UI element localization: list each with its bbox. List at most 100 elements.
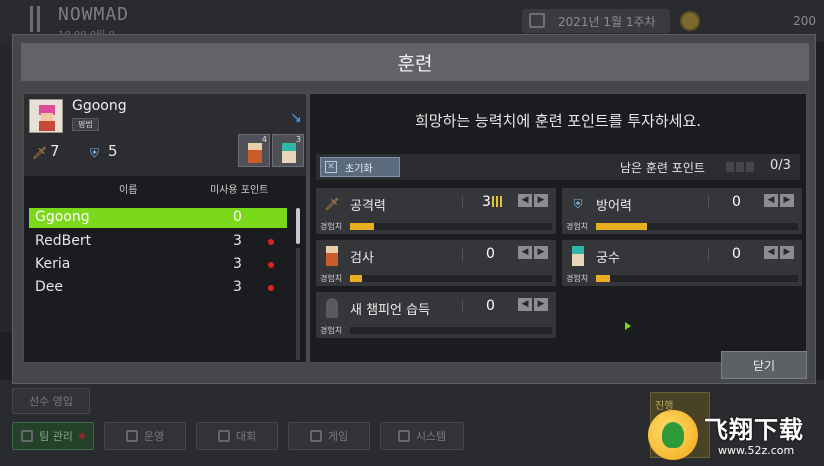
date-text: 2021년 1월 1주차 [558, 15, 656, 29]
player-list: Ggoong 0 RedBert 3 Keria 3 Dee 3 [29, 204, 293, 360]
team-label: 팀 관리 [39, 430, 73, 443]
row-name: RedBert [35, 233, 92, 249]
team-alert-dot [78, 433, 85, 439]
scout-button[interactable]: 선수 영입 [12, 388, 90, 414]
modal-title: 훈련 [21, 43, 809, 81]
stat-label: 새 챔피언 습득 [350, 303, 431, 318]
stat-card-swordsman: 검사 0 ◀ ▶ 경험치 [316, 240, 556, 286]
game-title: NOWMAD [58, 4, 130, 25]
operation-label: 운영 [143, 430, 165, 443]
training-panel: 희망하는 능력치에 훈련 포인트를 투자하세요. ✕ 초기화 남은 훈련 포인트… [309, 93, 807, 363]
stat-value: 0 [732, 194, 741, 210]
game-label: 게임 [327, 430, 349, 443]
list-scrollbar[interactable] [296, 208, 300, 244]
locked-champion-icon [320, 296, 344, 320]
xp-label: 경험치 [566, 274, 589, 283]
scout-label: 선수 영입 [29, 395, 73, 408]
system-label: 시스템 [415, 430, 447, 443]
calendar-icon [529, 13, 545, 28]
defense-value: 5 [108, 142, 118, 160]
knight-champion-icon: 4 [238, 134, 270, 167]
player-profile: Ggoong 평범 ↘ 🗡 7 ⛨ 5 4 3 [24, 94, 306, 176]
swordsman-icon [320, 244, 344, 268]
system-button[interactable]: 시스템 [380, 422, 464, 450]
decrease-button[interactable]: ◀ [518, 194, 532, 207]
player-name: Ggoong [72, 98, 127, 114]
close-button[interactable]: 닫기 [721, 351, 807, 379]
row-name: Ggoong [35, 209, 90, 225]
tournament-label: 대회 [235, 430, 257, 443]
row-name: Dee [35, 279, 64, 295]
player-trait-badge: 평범 [72, 118, 99, 131]
stat-value: 0 [486, 246, 495, 262]
row-name: Keria [35, 256, 71, 272]
xp-label: 경험치 [320, 326, 343, 335]
increase-button[interactable]: ▶ [534, 194, 548, 207]
decrease-button[interactable]: ◀ [764, 194, 778, 207]
gamepad-icon [309, 430, 322, 442]
archer-icon [566, 244, 590, 268]
increase-button[interactable]: ▶ [534, 298, 548, 311]
stat-label: 방어력 [596, 199, 632, 214]
xp-bar [350, 275, 552, 282]
decrease-button[interactable]: ◀ [518, 246, 532, 259]
alert-dot [268, 285, 274, 291]
sword-icon: 🗡 [324, 197, 340, 211]
xp-bar [596, 223, 798, 230]
stat-label: 검사 [350, 251, 374, 266]
player-panel: Ggoong 평범 ↘ 🗡 7 ⛨ 5 4 3 이름 미사용 포인트 Ggoon… [23, 93, 307, 363]
xp-bar [596, 275, 798, 282]
watermark-url: www.52z.com [718, 444, 795, 457]
champion-count: 3 [295, 135, 301, 144]
menu-icon[interactable] [30, 6, 40, 32]
team-manage-button[interactable]: 팀 관리 [12, 422, 94, 450]
row-points: 3 [233, 233, 242, 249]
training-toolbar: ✕ 초기화 남은 훈련 포인트 0/3 [316, 154, 800, 180]
remaining-points-label: 남은 훈련 포인트 [620, 161, 705, 175]
stat-value: 0 [486, 298, 495, 314]
coin-icon [680, 11, 700, 31]
shield-icon: ⛨ [573, 196, 583, 211]
table-row[interactable]: RedBert 3 [29, 232, 287, 252]
increase-button[interactable]: ▶ [534, 246, 548, 259]
decrease-button[interactable]: ◀ [764, 246, 778, 259]
stat-value: 3 [482, 194, 491, 210]
xp-label: 경험치 [566, 222, 589, 231]
watermark-logo-icon [648, 410, 698, 460]
remaining-points-value: 0/3 [770, 158, 791, 173]
expand-arrow-icon[interactable]: ↘ [290, 110, 302, 126]
close-label: 닫기 [752, 358, 776, 373]
row-points: 3 [233, 279, 242, 295]
xp-label: 경험치 [320, 222, 343, 231]
row-points: 3 [233, 256, 242, 272]
stat-card-new-champion: 새 챔피언 습득 0 ◀ ▶ 경험치 [316, 292, 556, 338]
column-name: 이름 [119, 185, 138, 196]
list-scroll-track[interactable] [296, 248, 300, 360]
table-row[interactable]: Ggoong 0 [29, 208, 287, 228]
stat-level-bar [492, 196, 502, 207]
stat-label: 궁수 [596, 251, 620, 266]
column-unused-points: 미사용 포인트 [210, 185, 269, 196]
left-edge [0, 42, 12, 332]
game-button[interactable]: 게임 [288, 422, 370, 450]
operation-button[interactable]: 운영 [104, 422, 186, 450]
watermark-text: 飞翔下载 [704, 416, 804, 444]
player-list-header: 이름 미사용 포인트 [24, 176, 306, 198]
xp-bar [350, 327, 552, 334]
attack-value: 7 [50, 142, 60, 160]
table-row[interactable]: Keria 3 [29, 255, 287, 275]
remaining-points-bar [726, 162, 754, 172]
shield-icon: ⛨ [90, 146, 100, 160]
team-icon [21, 430, 34, 442]
archer-champion-icon: 3 [272, 134, 304, 167]
mouse-cursor-icon [625, 322, 631, 330]
increase-button[interactable]: ▶ [780, 194, 794, 207]
champion-count: 4 [261, 135, 267, 144]
table-row[interactable]: Dee 3 [29, 278, 287, 298]
reset-icon: ✕ [325, 161, 337, 173]
reset-button[interactable]: ✕ 초기화 [320, 157, 400, 177]
increase-button[interactable]: ▶ [780, 246, 794, 259]
decrease-button[interactable]: ◀ [518, 298, 532, 311]
reset-label: 초기화 [345, 163, 373, 175]
tournament-button[interactable]: 대회 [196, 422, 278, 450]
